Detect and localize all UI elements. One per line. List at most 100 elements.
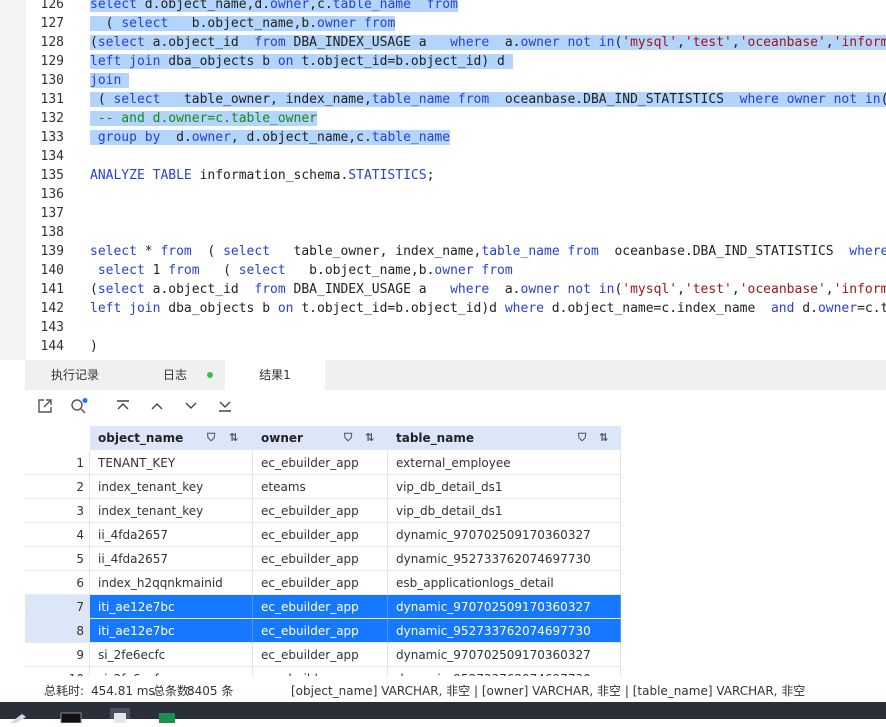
- table-cell[interactable]: ec_ebuilder_app: [253, 667, 388, 676]
- table-cell[interactable]: ec_ebuilder_app: [253, 571, 388, 595]
- code-text[interactable]: left join dba_objects b on t.object_id=b…: [90, 52, 513, 71]
- next-page-icon[interactable]: [181, 398, 201, 418]
- sort-icon[interactable]: ⇅: [229, 426, 238, 450]
- export-icon[interactable]: [35, 398, 55, 418]
- row-number[interactable]: 1: [25, 451, 90, 475]
- column-header-owner[interactable]: owner ⛉ ⇅: [253, 426, 388, 450]
- code-line[interactable]: 131 ( select table_owner, index_name,tab…: [0, 90, 886, 109]
- table-cell[interactable]: eteams: [253, 475, 388, 499]
- row-number[interactable]: 9: [25, 643, 90, 667]
- app-icon-pen[interactable]: [8, 708, 28, 723]
- code-text[interactable]: left join dba_objects b on t.object_id=b…: [90, 299, 886, 318]
- table-cell[interactable]: iti_ae12e7bc: [90, 595, 253, 619]
- code-text[interactable]: (select a.object_id from DBA_INDEX_USAGE…: [90, 33, 886, 52]
- app-icon-notepad[interactable]: [110, 708, 130, 723]
- last-page-icon[interactable]: [215, 398, 235, 418]
- code-line[interactable]: 126 select d.object_name,d.owner,c.table_…: [0, 0, 886, 14]
- row-number[interactable]: 7: [25, 595, 90, 619]
- code-text[interactable]: ANALYZE TABLE information_schema.STATIST…: [90, 166, 434, 185]
- code-line[interactable]: 137: [0, 204, 886, 223]
- tab-execution-history[interactable]: 执行记录: [25, 360, 125, 390]
- table-cell[interactable]: iti_ae12e7bc: [90, 619, 253, 643]
- code-text[interactable]: select * from ( select table_owner, inde…: [90, 242, 886, 261]
- table-cell[interactable]: ec_ebuilder_app: [253, 451, 388, 475]
- code-line[interactable]: 127 ( select b.object_name,b.owner from: [0, 14, 886, 33]
- code-text[interactable]: ): [90, 337, 98, 356]
- code-text[interactable]: -- and d.owner=c.table_owner: [90, 109, 317, 128]
- code-text[interactable]: group by d.owner, d.object_name,c.table_…: [90, 128, 451, 147]
- table-cell[interactable]: dynamic_952733762074697730: [388, 619, 621, 643]
- code-line[interactable]: 134: [0, 147, 886, 166]
- table-cell[interactable]: index_tenant_key: [90, 475, 253, 499]
- sql-editor[interactable]: 126 select d.object_name,d.owner,c.table_…: [0, 0, 886, 360]
- code-line[interactable]: 133 group by d.owner, d.object_name,c.ta…: [0, 128, 886, 147]
- table-cell[interactable]: ec_ebuilder_app: [253, 499, 388, 523]
- code-text[interactable]: select 1 from ( select b.object_name,b.o…: [90, 261, 513, 280]
- row-number[interactable]: 10: [25, 667, 90, 676]
- table-cell[interactable]: si_2fe6ecfc: [90, 667, 253, 676]
- table-cell[interactable]: dynamic_970702509170360327: [388, 523, 621, 547]
- code-text[interactable]: join: [90, 71, 130, 90]
- table-cell[interactable]: dynamic_970702509170360327: [388, 643, 621, 667]
- code-line[interactable]: 129 left join dba_objects b on t.object_i…: [0, 52, 886, 71]
- code-line[interactable]: 143: [0, 318, 886, 337]
- filter-icon[interactable]: ⛉: [207, 426, 215, 450]
- table-cell[interactable]: dynamic_970702509170360327: [388, 595, 621, 619]
- filter-icon[interactable]: ⛉: [344, 426, 352, 450]
- table-cell[interactable]: esb_applicationlogs_detail: [388, 571, 621, 595]
- table-cell[interactable]: ii_4fda2657: [90, 523, 253, 547]
- column-header-table-name[interactable]: table_name ⛉ ⇅: [388, 426, 621, 450]
- search-settings-icon[interactable]: [69, 398, 89, 418]
- code-line[interactable]: 142 left join dba_objects b on t.object_i…: [0, 299, 886, 318]
- tab-log[interactable]: 日志: [125, 360, 225, 390]
- code-line[interactable]: 136: [0, 185, 886, 204]
- code-line[interactable]: 139 select * from ( select table_owner, i…: [0, 242, 886, 261]
- table-cell[interactable]: external_employee: [388, 451, 621, 475]
- table-cell[interactable]: ec_ebuilder_app: [253, 595, 388, 619]
- code-line[interactable]: 132 -- and d.owner=c.table_owner: [0, 109, 886, 128]
- table-cell[interactable]: ii_4fda2657: [90, 547, 253, 571]
- table-cell[interactable]: ec_ebuilder_app: [253, 547, 388, 571]
- code-text[interactable]: (select a.object_id from DBA_INDEX_USAGE…: [90, 280, 886, 299]
- table-cell[interactable]: TENANT_KEY: [90, 451, 253, 475]
- code-line[interactable]: 138: [0, 223, 886, 242]
- table-cell[interactable]: ec_ebuilder_app: [253, 619, 388, 643]
- table-cell[interactable]: index_tenant_key: [90, 499, 253, 523]
- code-line[interactable]: 141 (select a.object_id from DBA_INDEX_US…: [0, 280, 886, 299]
- code-line[interactable]: 144): [0, 337, 886, 356]
- line-number: 138: [40, 225, 64, 240]
- first-page-icon[interactable]: [113, 398, 133, 418]
- row-number[interactable]: 8: [25, 619, 90, 643]
- row-number[interactable]: 4: [25, 523, 90, 547]
- code-line[interactable]: 130 join: [0, 71, 886, 90]
- prev-page-icon[interactable]: [147, 398, 167, 418]
- table-cell[interactable]: index_h2qqnkmainid: [90, 571, 253, 595]
- row-number[interactable]: 5: [25, 547, 90, 571]
- row-number[interactable]: 3: [25, 499, 90, 523]
- code-line[interactable]: 140 select 1 from ( select b.object_name…: [0, 261, 886, 280]
- table-cell[interactable]: dynamic_952733762074697730: [388, 547, 621, 571]
- table-cell[interactable]: ec_ebuilder_app: [253, 523, 388, 547]
- filter-icon[interactable]: ⛉: [578, 426, 586, 450]
- code-line[interactable]: 135 ANALYZE TABLE information_schema.STAT…: [0, 166, 886, 185]
- table-cell[interactable]: ec_ebuilder_app: [253, 643, 388, 667]
- sort-icon[interactable]: ⇅: [599, 426, 608, 450]
- row-count-value: 8405 条: [187, 684, 234, 698]
- code-text[interactable]: ( select table_owner, index_name,table_n…: [90, 90, 886, 109]
- grid-corner: [25, 426, 90, 450]
- table-cell[interactable]: vip_db_detail_ds1: [388, 499, 621, 523]
- sort-icon[interactable]: ⇅: [365, 426, 374, 450]
- line-number: 132: [40, 111, 64, 126]
- app-icon-terminal[interactable]: [60, 708, 82, 724]
- row-number[interactable]: 6: [25, 571, 90, 595]
- table-cell[interactable]: si_2fe6ecfc: [90, 643, 253, 667]
- table-cell[interactable]: vip_db_detail_ds1: [388, 475, 621, 499]
- tab-result-1[interactable]: 结果1: [225, 360, 325, 390]
- code-text[interactable]: select d.object_name,d.owner,c.table_nam…: [90, 0, 458, 14]
- column-header-object-name[interactable]: object_name ⛉ ⇅: [90, 426, 253, 450]
- table-cell[interactable]: dynamic_952733762074697730: [388, 667, 621, 676]
- code-text[interactable]: ( select b.object_name,b.owner from: [90, 14, 396, 33]
- code-line[interactable]: 128 (select a.object_id from DBA_INDEX_US…: [0, 33, 886, 52]
- row-number[interactable]: 2: [25, 475, 90, 499]
- app-icon-excel[interactable]: [157, 708, 177, 723]
